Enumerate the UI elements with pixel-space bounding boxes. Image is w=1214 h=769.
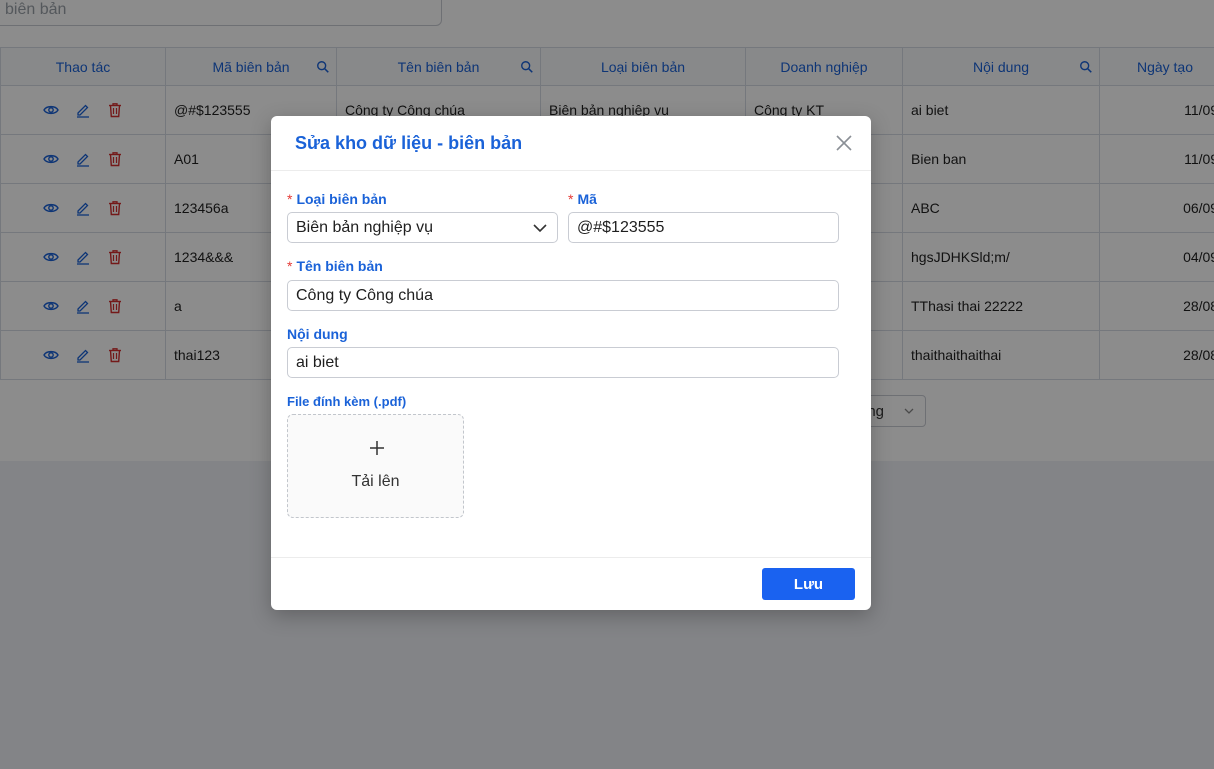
type-select-value: Biên bản nghiệp vụ <box>296 219 433 236</box>
chevron-down-icon <box>533 224 547 233</box>
code-label: * Mã <box>568 191 597 207</box>
code-input[interactable]: @#$123555 <box>568 212 839 243</box>
edit-record-modal: Sửa kho dữ liệu - biên bản * Loại biên bả… <box>271 116 871 610</box>
name-label: * Tên biên bản <box>287 258 383 274</box>
upload-dropzone[interactable]: Tải lên <box>287 414 464 518</box>
type-select[interactable]: Biên bản nghiệp vụ <box>287 212 558 243</box>
plus-icon <box>370 441 384 455</box>
content-input[interactable]: ai biet <box>287 347 839 378</box>
upload-label: Tải lên <box>351 473 400 490</box>
attachment-label: File đính kèm (.pdf) <box>287 394 407 409</box>
type-label: * Loại biên bản <box>287 191 387 207</box>
modal-header: Sửa kho dữ liệu - biên bản <box>271 116 871 171</box>
name-input[interactable]: Công ty Công chúa <box>287 280 839 311</box>
modal-title: Sửa kho dữ liệu - biên bản <box>295 133 523 153</box>
content-label: Nội dung <box>287 326 348 342</box>
modal-footer: Lưu <box>271 557 871 610</box>
save-button[interactable]: Lưu <box>762 568 855 600</box>
close-icon[interactable] <box>835 134 853 152</box>
